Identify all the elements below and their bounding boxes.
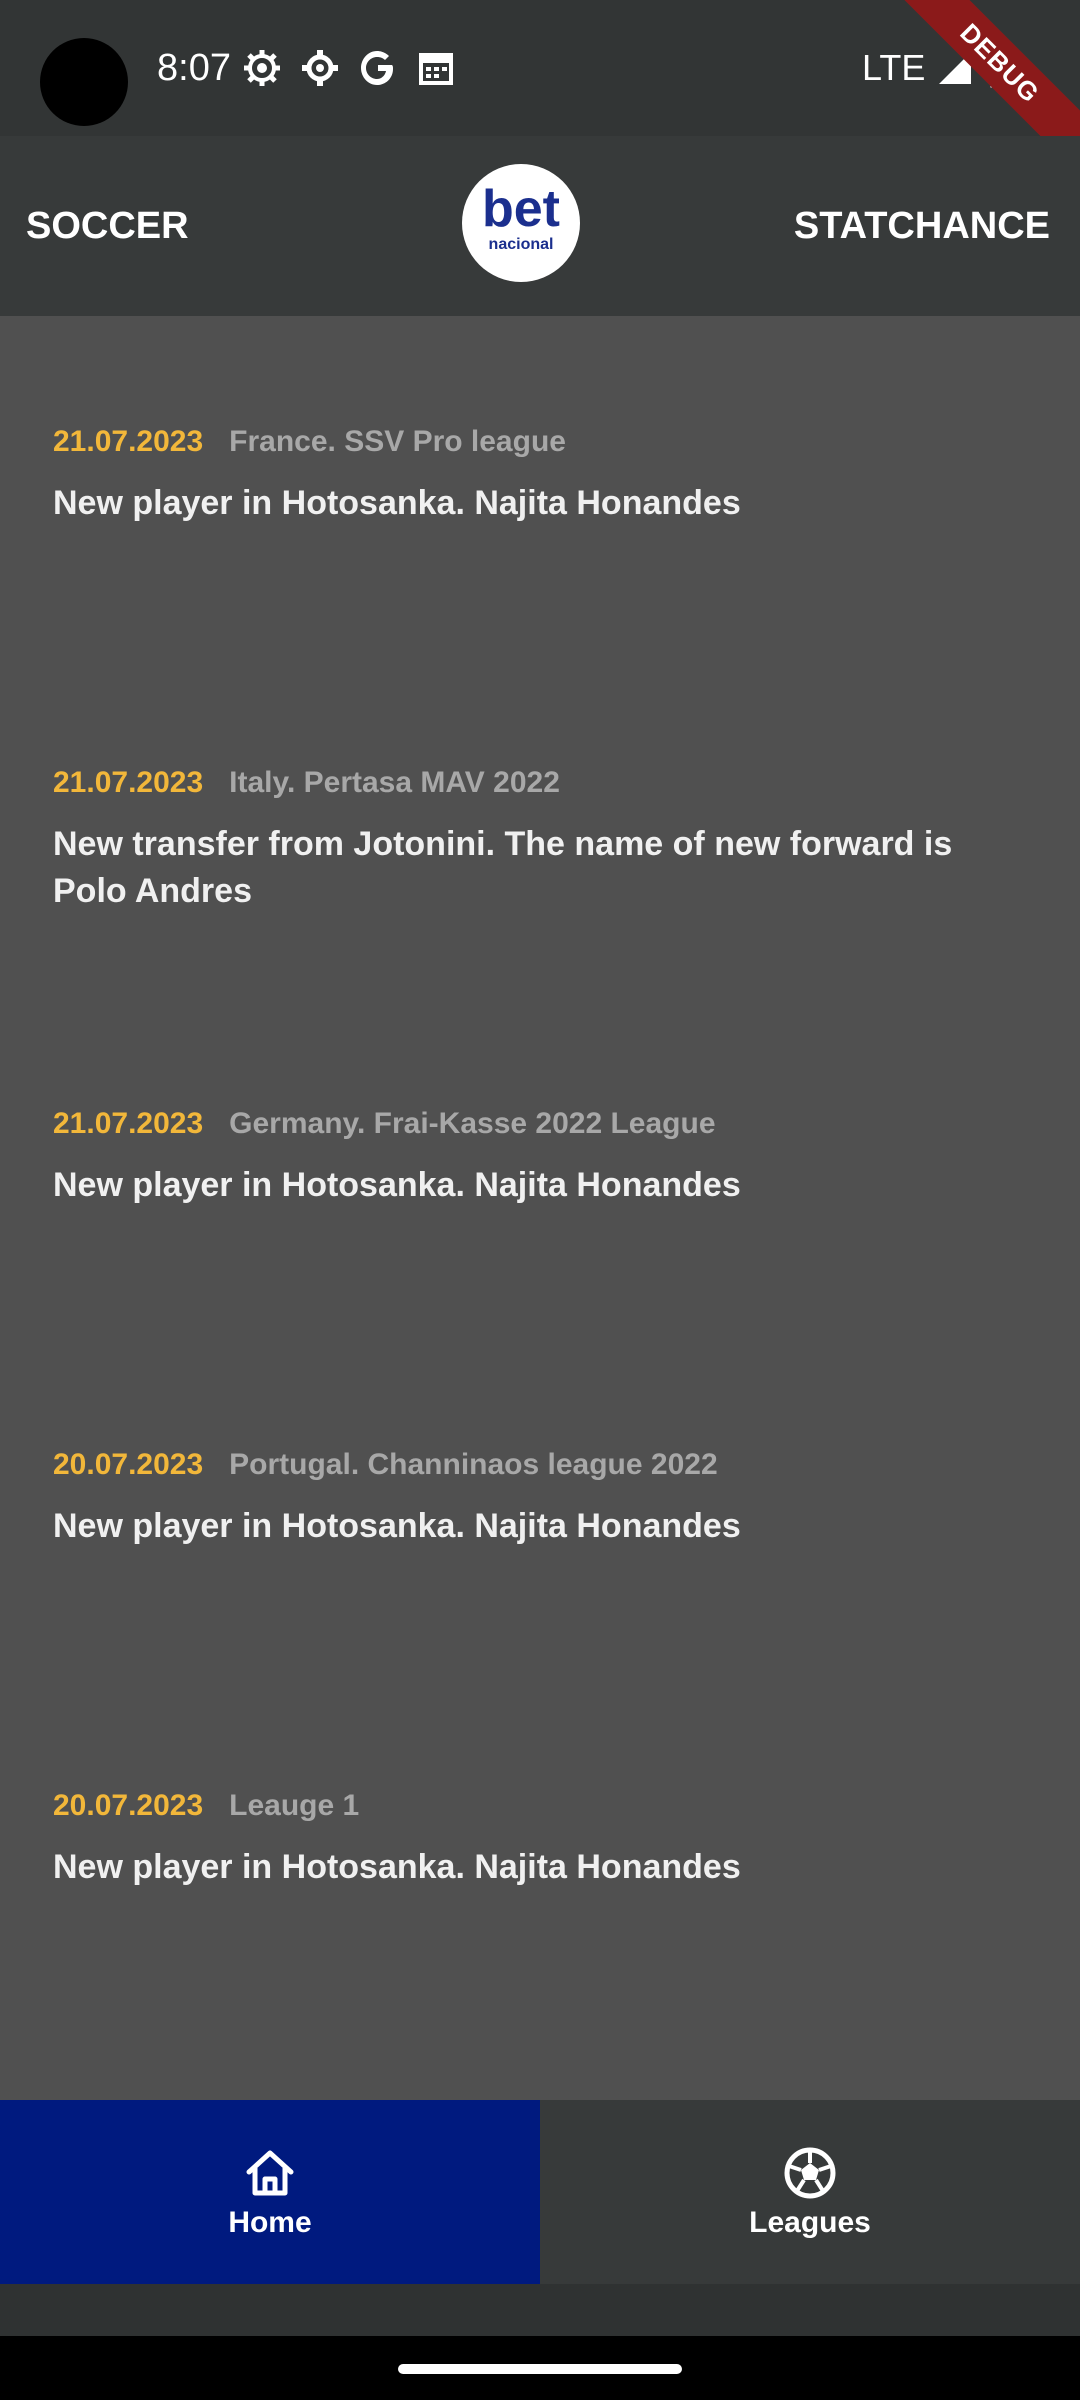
nav-leagues-label: Leagues (749, 2206, 871, 2239)
gesture-handle[interactable] (398, 2364, 682, 2374)
news-date: 21.07.2023 (53, 766, 204, 799)
news-meta: 21.07.2023 France. SSV Pro league (53, 422, 1033, 462)
soccer-ball-icon (784, 2147, 836, 2199)
news-league: Leauge 1 (229, 1789, 360, 1822)
app-bar-title-statchance: STATCHANCE (793, 205, 1050, 247)
news-title: New player in Hotosanka. Najita Honandes (53, 1848, 741, 1886)
nav-home-tab[interactable]: Home (0, 2100, 540, 2284)
news-meta: 20.07.2023 Portugal. Channinaos league 20… (53, 1445, 1033, 1485)
nav-leagues-tab[interactable]: Leagues (540, 2100, 1080, 2284)
news-title: New player in Hotosanka. Najita Honandes (53, 1166, 741, 1204)
gesture-bar (0, 2336, 1080, 2400)
news-league: Portugal. Channinaos league 2022 (229, 1448, 718, 1481)
news-date: 20.07.2023 (53, 1789, 204, 1822)
bottom-nav: Home Leagues (0, 2100, 1080, 2284)
news-item[interactable]: 21.07.2023 France. SSV Pro league New pla… (53, 422, 1033, 527)
calendar-icon (419, 53, 453, 85)
gear-icon (244, 50, 280, 86)
home-icon (246, 2150, 294, 2196)
app-bar: SOCCER bet nacional STATCHANCE (0, 136, 1080, 316)
status-bar: 8:07 LTE (0, 0, 1080, 136)
news-item[interactable]: 21.07.2023 Germany. Frai-Kasse 2022 Leagu… (53, 1104, 1033, 1209)
news-item[interactable]: 20.07.2023 Leauge 1 New player in Hotosan… (53, 1786, 1033, 1891)
news-date: 21.07.2023 (53, 425, 204, 458)
news-meta: 20.07.2023 Leauge 1 (53, 1786, 1033, 1826)
news-league: Germany. Frai-Kasse 2022 League (229, 1107, 716, 1140)
news-date: 21.07.2023 (53, 1107, 204, 1140)
camera-cutout (40, 38, 128, 126)
bet-nacional-logo: bet nacional (462, 164, 580, 282)
app-bar-title-soccer: SOCCER (26, 205, 189, 247)
logo-sub: nacional (488, 236, 554, 253)
news-meta: 21.07.2023 Italy. Pertasa MAV 2022 (53, 763, 1033, 803)
app-screen: 8:07 LTE DEBUG SOCCER bet nacional STATC… (0, 0, 1080, 2400)
news-item[interactable]: 21.07.2023 Italy. Pertasa MAV 2022 New tr… (53, 763, 1033, 915)
nav-home-label: Home (228, 2206, 312, 2239)
google-icon (361, 51, 393, 85)
news-list: 21.07.2023 France. SSV Pro league New pla… (0, 316, 1080, 2100)
network-type: LTE (862, 47, 926, 88)
news-title: New transfer from Jotonini. The name of … (53, 825, 953, 910)
nav-spacer (0, 2284, 1080, 2336)
logo-word: bet (482, 180, 560, 238)
news-title: New player in Hotosanka. Najita Honandes (53, 484, 741, 522)
news-league: Italy. Pertasa MAV 2022 (229, 766, 560, 799)
settings-icon (302, 50, 338, 86)
news-title: New player in Hotosanka. Najita Honandes (53, 1507, 741, 1545)
news-league: France. SSV Pro league (229, 425, 566, 458)
news-date: 20.07.2023 (53, 1448, 204, 1481)
news-item[interactable]: 20.07.2023 Portugal. Channinaos league 20… (53, 1445, 1033, 1550)
news-meta: 21.07.2023 Germany. Frai-Kasse 2022 Leagu… (53, 1104, 1033, 1144)
status-time: 8:07 (157, 47, 231, 89)
